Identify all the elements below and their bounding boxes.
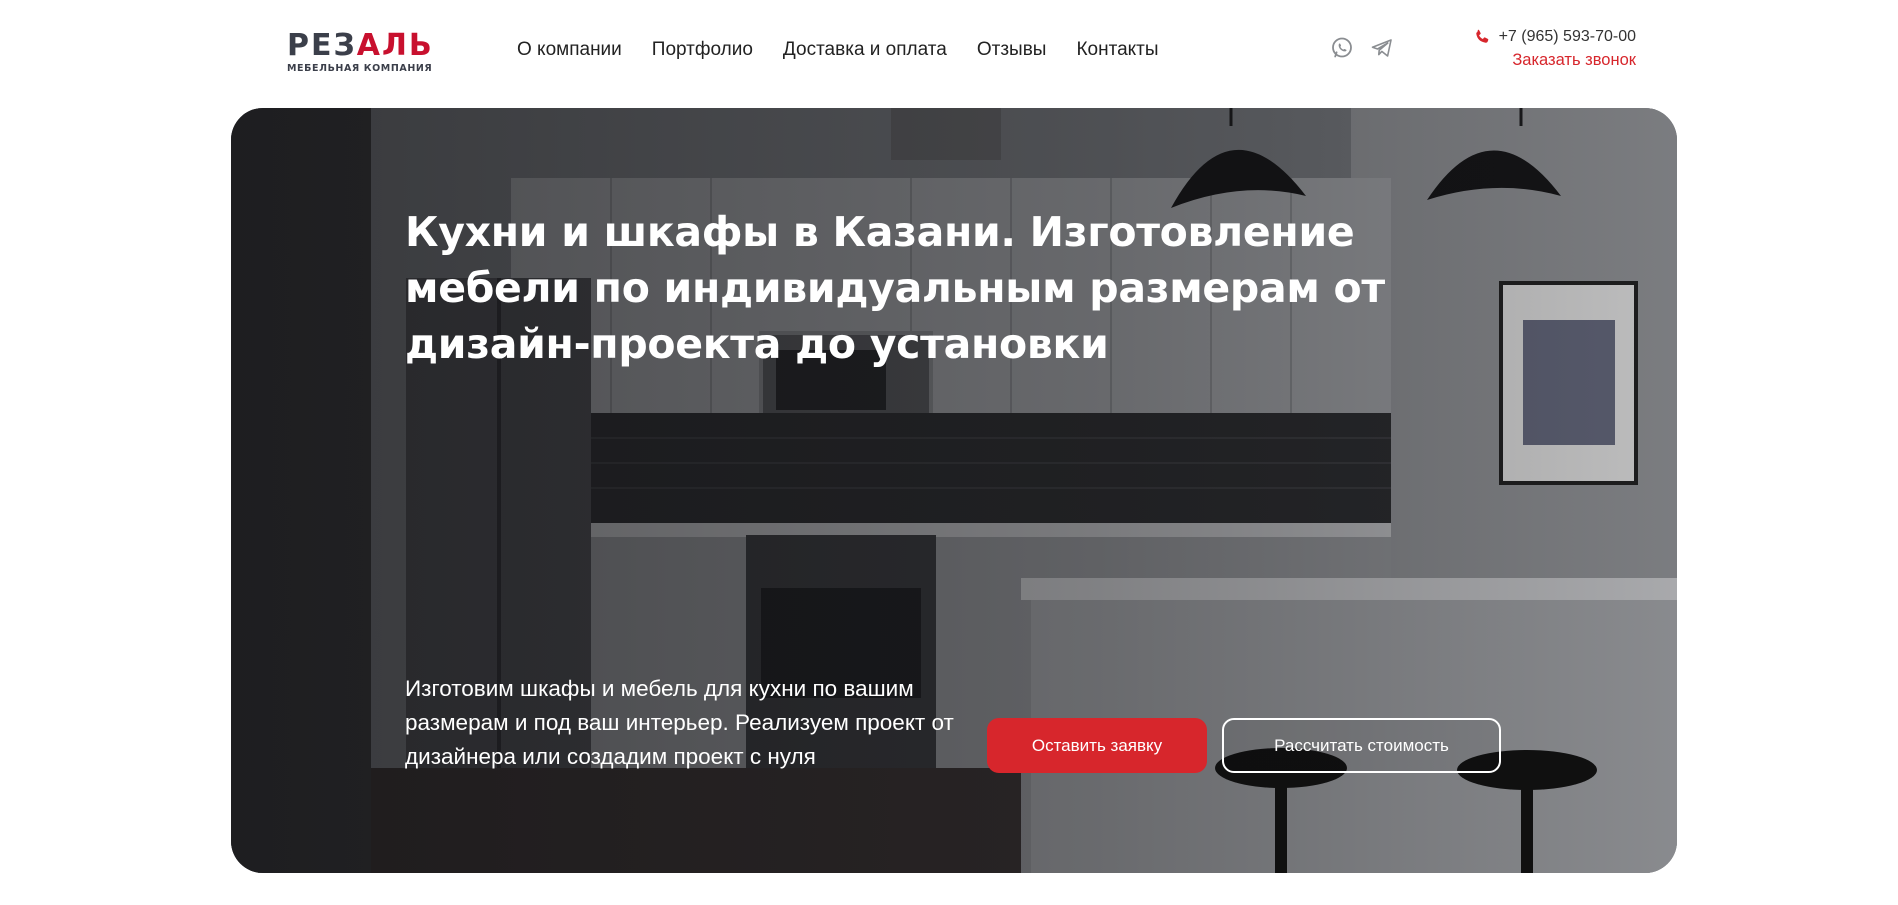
leave-request-button[interactable]: Оставить заявку — [987, 718, 1207, 773]
site-header: РЕЗАЛЬ МЕБЕЛЬНАЯ КОМПАНИЯ О компании Пор… — [0, 0, 1898, 108]
logo-wordmark: РЕЗАЛЬ — [287, 30, 462, 62]
logo-wordmark-dark: РЕЗ — [287, 28, 357, 63]
callback-link[interactable]: Заказать звонок — [1436, 51, 1636, 70]
hero-title: Кухни и шкафы в Казани. Изготовление меб… — [405, 208, 1385, 368]
calculate-cost-button[interactable]: Рассчитать стоимость — [1222, 718, 1501, 773]
social-links — [1330, 36, 1394, 60]
nav-item-about[interactable]: О компании — [517, 39, 622, 61]
hero-banner: Кухни и шкафы в Казани. Изготовление меб… — [231, 108, 1677, 873]
phone-number[interactable]: +7 (965) 593-70-00 — [1499, 28, 1636, 46]
whatsapp-icon[interactable] — [1330, 36, 1354, 60]
nav-item-reviews[interactable]: Отзывы — [977, 39, 1047, 61]
header-contact: +7 (965) 593-70-00 Заказать звонок — [1436, 28, 1636, 70]
hero-description: Изготовим шкафы и мебель для кухни по ва… — [405, 676, 954, 769]
phone-row: +7 (965) 593-70-00 — [1436, 28, 1636, 46]
telegram-icon[interactable] — [1370, 36, 1394, 60]
nav-item-contacts[interactable]: Контакты — [1076, 39, 1158, 61]
hero-content: Кухни и шкафы в Казани. Изготовление меб… — [231, 108, 1677, 873]
logo-subtitle: МЕБЕЛЬНАЯ КОМПАНИЯ — [287, 63, 433, 74]
phone-icon — [1475, 29, 1488, 43]
main-nav: О компании Портфолио Доставка и оплата О… — [517, 39, 1189, 61]
company-logo[interactable]: РЕЗАЛЬ МЕБЕЛЬНАЯ КОМПАНИЯ — [287, 30, 462, 75]
logo-wordmark-red: АЛЬ — [356, 28, 434, 63]
nav-item-delivery[interactable]: Доставка и оплата — [783, 39, 947, 61]
nav-item-portfolio[interactable]: Портфолио — [652, 39, 753, 61]
